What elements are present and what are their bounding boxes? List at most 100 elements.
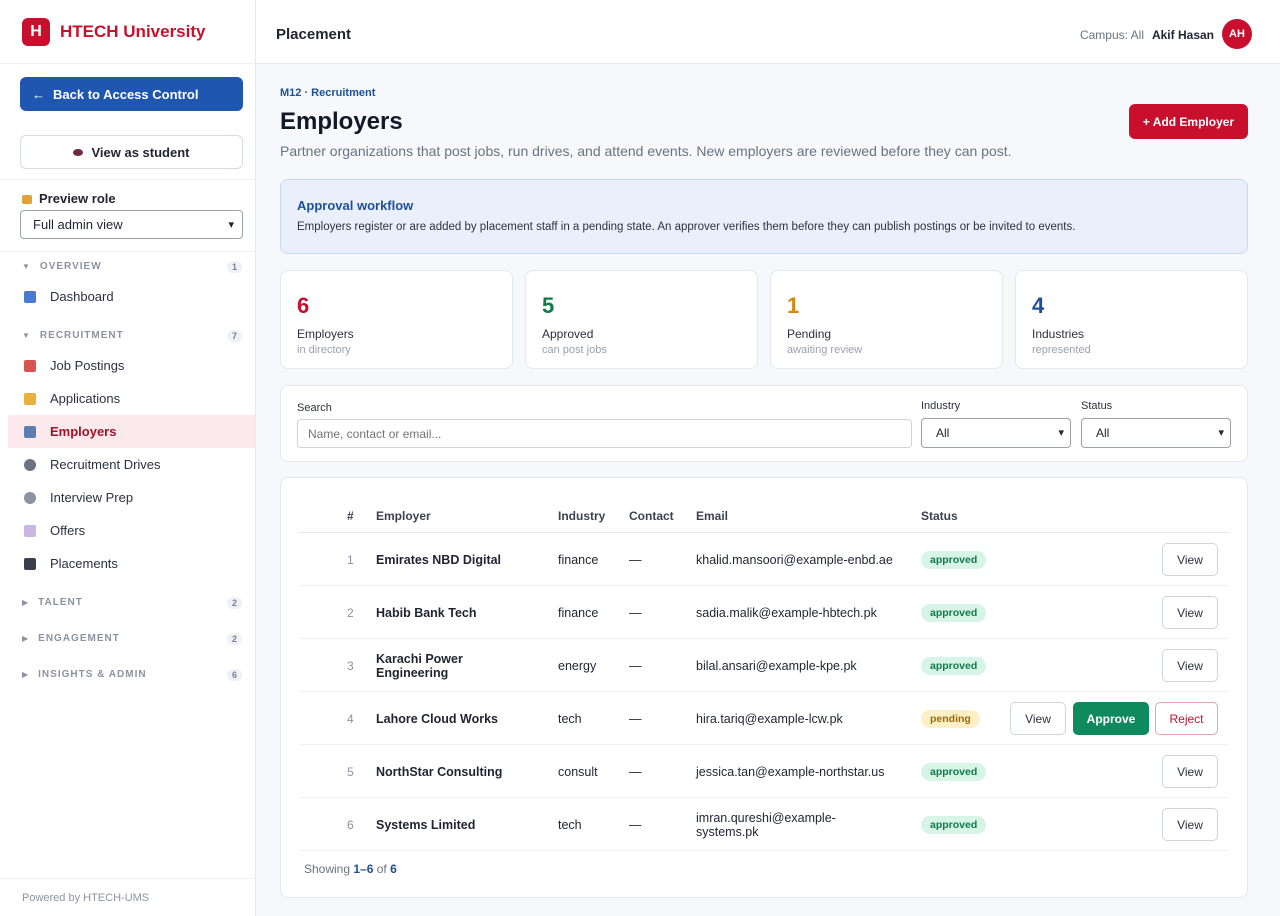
- industry-select[interactable]: All ▾: [921, 418, 1071, 448]
- employer-name[interactable]: Karachi Power Engineering: [376, 639, 486, 692]
- showing-total: 6: [390, 862, 397, 876]
- status-label: Status: [1081, 400, 1113, 412]
- stat-sublabel: represented: [1032, 344, 1091, 356]
- stat-sublabel: in directory: [297, 344, 351, 356]
- topbar: Placement Campus: All Akif Hasan AH: [256, 0, 1280, 64]
- nav-section-overview[interactable]: ▼ OVERVIEW 1: [22, 260, 242, 273]
- campus-selector[interactable]: Campus: All: [1080, 28, 1144, 42]
- breadcrumb: M12 · Recruitment: [280, 87, 376, 99]
- stat-value: 6: [297, 293, 310, 318]
- caret-down-icon: ▼: [22, 262, 31, 271]
- chevron-down-icon: ▾: [1218, 427, 1224, 439]
- employer-name[interactable]: Lahore Cloud Works: [376, 692, 546, 745]
- column-header-employer[interactable]: Employer: [376, 509, 431, 523]
- employer-name[interactable]: Systems Limited: [376, 798, 546, 851]
- industry: tech: [558, 817, 582, 832]
- sidebar-item-interview-prep[interactable]: Interview Prep: [8, 481, 255, 514]
- table-row: 6 Systems Limited tech — imran.qureshi@e…: [300, 798, 1228, 851]
- preview-role-select[interactable]: Full admin view ▾: [20, 210, 243, 239]
- page-subtitle: Partner organizations that post jobs, ru…: [280, 143, 1012, 159]
- back-to-access-control-button[interactable]: ← Back to Access Control: [20, 77, 243, 111]
- table-row: 4 Lahore Cloud Works tech — hira.tariq@e…: [300, 692, 1228, 745]
- caret-right-icon: ▶: [22, 598, 30, 607]
- chevron-down-icon: ▾: [1058, 427, 1064, 439]
- contact: —: [629, 711, 642, 726]
- stat-label: Industries: [1032, 327, 1085, 341]
- column-header-status[interactable]: Status: [921, 509, 958, 523]
- brand[interactable]: H HTECH University: [0, 0, 255, 64]
- reject-button[interactable]: Reject: [1155, 702, 1218, 735]
- status-cell: approved: [921, 639, 987, 692]
- workflow-title: Approval workflow: [297, 198, 414, 213]
- nav-section-insights-admin[interactable]: ▶ INSIGHTS & ADMIN 6: [22, 668, 242, 681]
- row-number: 4: [347, 711, 354, 726]
- nav-section-recruitment[interactable]: ▼ RECRUITMENT 7: [22, 329, 242, 342]
- contact: —: [629, 552, 642, 567]
- email: hira.tariq@example-lcw.pk: [696, 711, 843, 726]
- view-button[interactable]: View: [1010, 702, 1066, 735]
- sidebar-item-label: Placements: [50, 556, 118, 571]
- view-as-student-button[interactable]: View as student: [20, 135, 243, 169]
- back-button-label: Back to Access Control: [53, 86, 199, 102]
- employer-name[interactable]: Habib Bank Tech: [376, 586, 546, 639]
- sidebar-item-dashboard[interactable]: Dashboard: [8, 280, 255, 313]
- nav-section-label: OVERVIEW: [39, 261, 102, 272]
- column-header-contact[interactable]: Contact: [629, 509, 674, 523]
- table-row: 2 Habib Bank Tech finance — sadia.malik@…: [300, 586, 1228, 639]
- column-header-industry[interactable]: Industry: [558, 509, 605, 523]
- module-title: Placement: [276, 26, 352, 43]
- sidebar-item-job-postings[interactable]: Job Postings: [8, 349, 255, 382]
- search-label: Search: [297, 402, 332, 414]
- brand-name: HTECH University: [60, 21, 206, 41]
- view-button[interactable]: View: [1162, 808, 1218, 841]
- column-header-number: #: [347, 509, 354, 523]
- caret-right-icon: ▶: [22, 634, 30, 643]
- status-cell: approved: [921, 798, 987, 851]
- stat-card-industries: 4 Industries represented: [1015, 270, 1248, 369]
- view-button[interactable]: View: [1162, 755, 1218, 788]
- column-header-email[interactable]: Email: [696, 509, 728, 523]
- preview-role-value: Full admin view: [33, 217, 123, 232]
- approval-workflow-notice: Approval workflow Employers register or …: [280, 179, 1248, 254]
- contact: —: [629, 658, 642, 673]
- status-select[interactable]: All ▾: [1081, 418, 1231, 448]
- nav-section-count: 2: [226, 632, 242, 645]
- nav-section-talent[interactable]: ▶ TALENT 2: [22, 596, 242, 609]
- approve-button[interactable]: Approve: [1073, 702, 1149, 735]
- search-input[interactable]: [297, 419, 912, 448]
- employer-name[interactable]: Emirates NBD Digital: [376, 533, 546, 586]
- sidebar-item-label: Dashboard: [50, 289, 114, 304]
- view-button[interactable]: View: [1162, 596, 1218, 629]
- nav-section-count: 7: [226, 329, 242, 342]
- sidebar-item-label: Offers: [50, 523, 86, 538]
- row-number: 6: [347, 817, 354, 832]
- contact: —: [629, 764, 642, 779]
- sidebar-item-offers[interactable]: Offers: [8, 514, 255, 547]
- employer-name[interactable]: NorthStar Consulting: [376, 745, 546, 798]
- preview-role-label: Preview role: [22, 191, 116, 206]
- industry-value: All: [936, 426, 950, 440]
- sidebar-item-employers[interactable]: Employers: [8, 415, 255, 448]
- status-cell: approved: [921, 533, 987, 586]
- status-badge: approved: [921, 815, 987, 834]
- sidebar-item-label: Employers: [50, 424, 117, 439]
- caret-right-icon: ▶: [22, 670, 30, 679]
- add-employer-button[interactable]: + Add Employer: [1129, 104, 1248, 139]
- stat-label: Approved: [542, 327, 594, 341]
- avatar[interactable]: AH: [1222, 19, 1252, 49]
- row-number: 5: [347, 764, 354, 779]
- sidebar-item-recruitment-drives[interactable]: Recruitment Drives: [8, 448, 255, 481]
- view-button[interactable]: View: [1162, 649, 1218, 682]
- stat-sublabel: can post jobs: [542, 344, 607, 356]
- view-button[interactable]: View: [1162, 543, 1218, 576]
- nav-section-engagement[interactable]: ▶ ENGAGEMENT 2: [22, 632, 242, 645]
- contact: —: [629, 605, 642, 620]
- email: khalid.mansoori@example-enbd.ae: [696, 552, 893, 567]
- status-badge: approved: [921, 603, 987, 622]
- sidebar-item-placements[interactable]: Placements: [8, 547, 255, 580]
- sidebar-item-applications[interactable]: Applications: [8, 382, 255, 415]
- showing-of: of: [376, 862, 387, 876]
- folder-icon: [24, 392, 36, 405]
- status-badge: approved: [921, 762, 987, 781]
- clipboard-icon: [24, 359, 36, 372]
